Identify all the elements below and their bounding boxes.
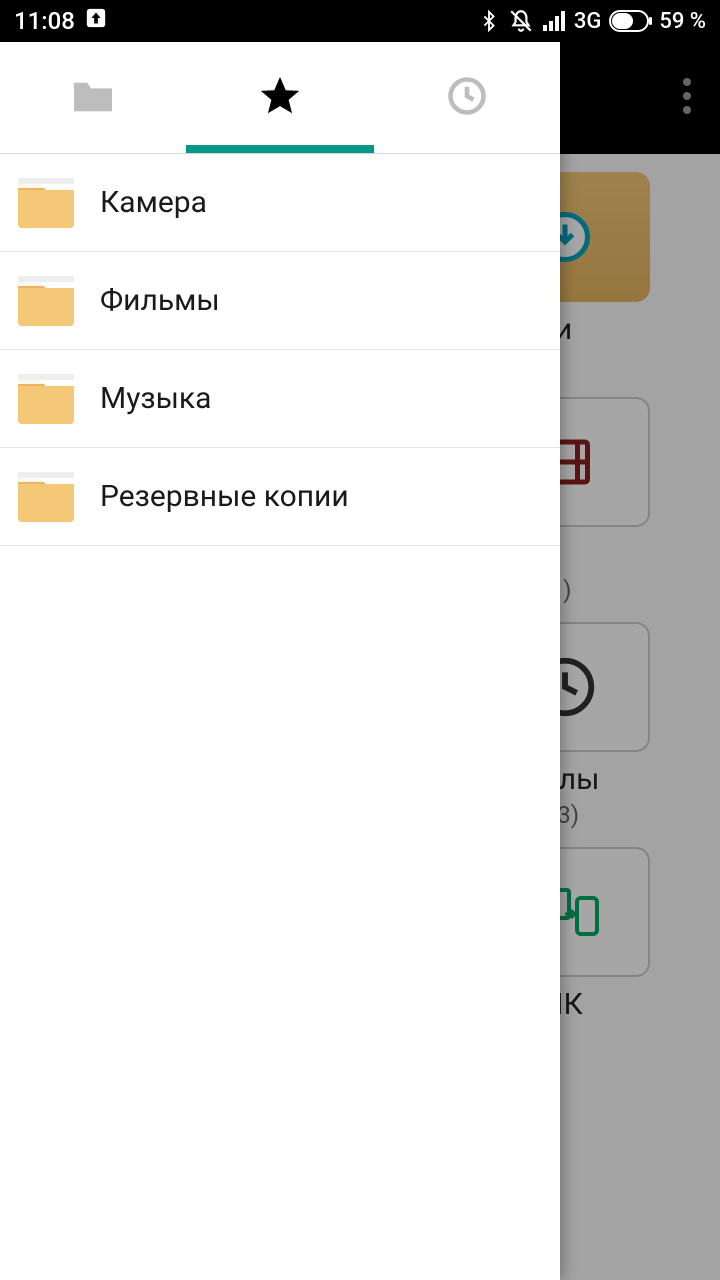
drawer-tabs bbox=[0, 42, 560, 154]
status-bar: 11:08 3G 59 % bbox=[0, 0, 720, 42]
folder-icon bbox=[70, 77, 116, 119]
tab-recent[interactable] bbox=[373, 42, 560, 153]
list-item[interactable]: Фильмы bbox=[0, 252, 560, 350]
navigation-drawer: Камера Фильмы Музыка Резервные копии bbox=[0, 42, 560, 1280]
tab-favorites[interactable] bbox=[187, 42, 374, 153]
battery-icon bbox=[609, 10, 653, 32]
list-item[interactable]: Камера bbox=[0, 154, 560, 252]
network-label: 3G bbox=[574, 9, 602, 34]
list-item-label: Резервные копии bbox=[100, 479, 349, 514]
list-item-label: Музыка bbox=[100, 381, 211, 416]
tab-folder[interactable] bbox=[0, 42, 187, 153]
list-item-label: Фильмы bbox=[100, 283, 220, 318]
list-item-label: Камера bbox=[100, 185, 207, 220]
list-item[interactable]: Музыка bbox=[0, 350, 560, 448]
star-icon bbox=[257, 73, 303, 123]
list-item[interactable]: Резервные копии bbox=[0, 448, 560, 546]
folder-icon bbox=[14, 274, 78, 328]
folder-icon bbox=[14, 372, 78, 426]
folder-icon bbox=[14, 176, 78, 230]
tab-indicator bbox=[186, 145, 374, 153]
upload-indicator-icon bbox=[85, 7, 107, 35]
folder-icon bbox=[14, 470, 78, 524]
dnd-icon bbox=[508, 8, 534, 34]
signal-icon bbox=[542, 10, 566, 32]
status-time: 11:08 bbox=[14, 7, 75, 35]
bluetooth-icon bbox=[478, 8, 500, 34]
favorites-list: Камера Фильмы Музыка Резервные копии bbox=[0, 154, 560, 546]
battery-percent: 59 % bbox=[659, 9, 706, 34]
clock-icon bbox=[445, 74, 489, 122]
